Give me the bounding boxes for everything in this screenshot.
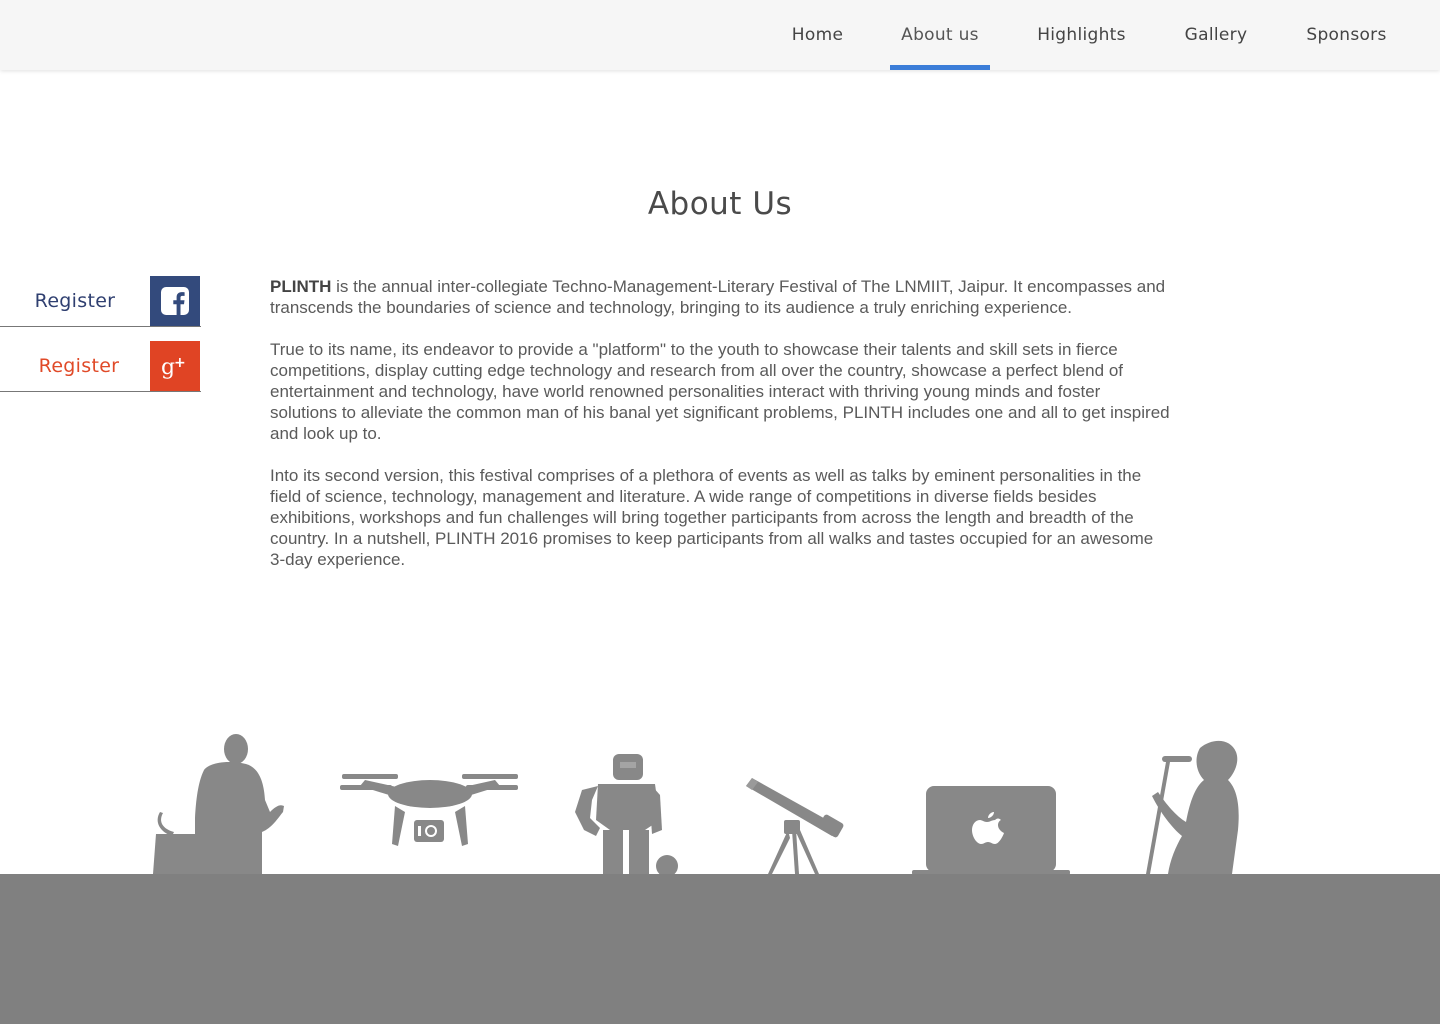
drone-icon bbox=[340, 774, 518, 846]
facebook-icon[interactable] bbox=[150, 276, 200, 326]
footer-silhouettes bbox=[153, 734, 1239, 877]
nav-about-us-label: About us bbox=[901, 25, 979, 45]
footer-band bbox=[0, 874, 1440, 1024]
telescope-icon bbox=[746, 778, 844, 874]
nav-sponsors[interactable]: Sponsors bbox=[1298, 0, 1395, 70]
about-paragraph-1-text: is the annual inter-collegiate Techno-Ma… bbox=[270, 277, 1166, 317]
brand-name: PLINTH bbox=[270, 277, 332, 296]
svg-text:g: g bbox=[161, 355, 175, 380]
active-tab-indicator bbox=[890, 65, 990, 70]
nav-gallery-label: Gallery bbox=[1184, 25, 1248, 45]
nav-home-label: Home bbox=[791, 25, 844, 45]
svg-text:+: + bbox=[174, 355, 186, 371]
about-paragraph-3: Into its second version, this festival c… bbox=[270, 466, 1154, 569]
nav-gallery[interactable]: Gallery bbox=[1175, 0, 1257, 70]
register-facebook-divider bbox=[0, 326, 201, 327]
laptop-apple-icon bbox=[912, 786, 1070, 875]
register-google-plus-button[interactable]: Register g + bbox=[0, 341, 201, 392]
speaker-at-podium-icon bbox=[153, 734, 284, 874]
nav-highlights-label: Highlights bbox=[1037, 25, 1126, 45]
singer-with-mic-icon bbox=[1146, 740, 1239, 874]
about-paragraph-1: PLINTH is the annual inter-collegiate Te… bbox=[270, 276, 1170, 318]
page-title: About Us bbox=[647, 186, 793, 222]
top-navbar: Home About us Highlights Gallery Sponsor… bbox=[0, 0, 1440, 70]
google-plus-icon[interactable]: g + bbox=[150, 341, 200, 391]
about-content: PLINTH is the annual inter-collegiate Te… bbox=[270, 276, 1170, 591]
robot-icon bbox=[575, 754, 678, 877]
register-google-plus-label: Register bbox=[38, 354, 120, 377]
register-facebook-label: Register bbox=[34, 289, 116, 312]
register-google-plus-divider bbox=[0, 391, 201, 392]
about-paragraph-2: True to its name, its endeavor to provid… bbox=[270, 340, 1170, 443]
register-facebook-button[interactable]: Register bbox=[0, 276, 201, 327]
nav-sponsors-label: Sponsors bbox=[1306, 25, 1387, 45]
nav-highlights[interactable]: Highlights bbox=[1030, 0, 1133, 70]
nav-home[interactable]: Home bbox=[780, 0, 855, 70]
nav-about-us[interactable]: About us bbox=[890, 0, 990, 70]
